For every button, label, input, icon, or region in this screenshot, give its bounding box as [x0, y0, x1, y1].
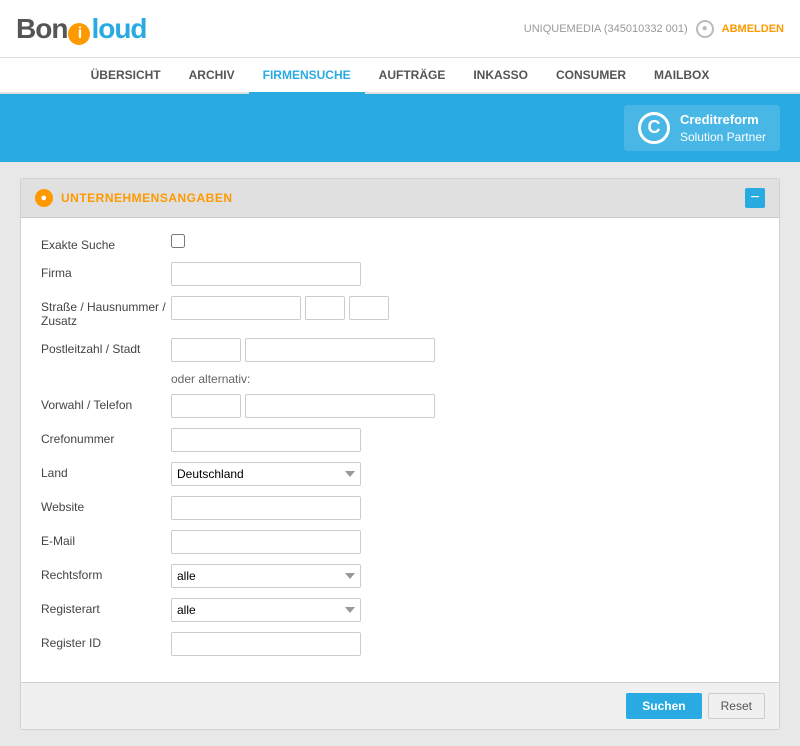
globe-icon: ● [696, 20, 714, 38]
row-exakte-suche: Exakte Suche [41, 234, 759, 252]
creditreform-line2: Solution Partner [680, 129, 766, 146]
search-button[interactable]: Suchen [626, 693, 701, 719]
label-register-id: Register ID [41, 632, 171, 650]
label-exakte-suche: Exakte Suche [41, 234, 171, 252]
fields-strasse [171, 296, 759, 320]
email-input[interactable] [171, 530, 361, 554]
row-website: Website [41, 496, 759, 520]
nav-archiv[interactable]: ARCHIV [175, 58, 249, 94]
fields-email [171, 530, 759, 554]
card-body: Exakte Suche Firma Straße / Hausnummer /… [21, 218, 779, 682]
rechtsform-select[interactable]: alle [171, 564, 361, 588]
creditreform-line1: Creditreform [680, 111, 766, 129]
main-content: ● UNTERNEHMENSANGABEN − Exakte Suche Fir… [0, 162, 800, 746]
row-land: Land Deutschland Österreich Schweiz [41, 462, 759, 486]
exakte-suche-checkbox[interactable] [171, 234, 185, 248]
fields-plz [171, 338, 759, 362]
website-input[interactable] [171, 496, 361, 520]
person-icon: ● [35, 189, 53, 207]
label-land: Land [41, 462, 171, 480]
zusatz-input[interactable] [349, 296, 389, 320]
telefon-input[interactable] [245, 394, 435, 418]
fields-exakte-suche [171, 234, 759, 248]
row-rechtsform: Rechtsform alle [41, 564, 759, 588]
logo-text: Boniloud [16, 13, 147, 45]
registerart-select[interactable]: alle [171, 598, 361, 622]
label-vorwahl: Vorwahl / Telefon [41, 394, 171, 412]
row-email: E-Mail [41, 530, 759, 554]
label-crefonummer: Crefonummer [41, 428, 171, 446]
firma-input[interactable] [171, 262, 361, 286]
header-right: UNIQUEMEDIA (345010332 001) ● ABMELDEN [524, 20, 784, 38]
label-firma: Firma [41, 262, 171, 280]
row-crefonummer: Crefonummer [41, 428, 759, 452]
user-info: UNIQUEMEDIA (345010332 001) [524, 23, 688, 35]
land-select[interactable]: Deutschland Österreich Schweiz [171, 462, 361, 486]
stadt-input[interactable] [245, 338, 435, 362]
nav-inkasso[interactable]: INKASSO [459, 58, 542, 94]
navbar: ÜBERSICHT ARCHIV FIRMENSUCHE AUFTRÄGE IN… [0, 58, 800, 94]
header: Boniloud UNIQUEMEDIA (345010332 001) ● A… [0, 0, 800, 58]
label-email: E-Mail [41, 530, 171, 548]
row-registerart: Registerart alle [41, 598, 759, 622]
nav-firmensuche[interactable]: FIRMENSUCHE [249, 58, 365, 94]
fields-land: Deutschland Österreich Schweiz [171, 462, 759, 486]
reset-button[interactable]: Reset [708, 693, 765, 719]
crefonummer-input[interactable] [171, 428, 361, 452]
row-strasse: Straße / Hausnummer /Zusatz [41, 296, 759, 328]
oder-text: oder alternativ: [171, 372, 759, 386]
vorwahl-input[interactable] [171, 394, 241, 418]
fields-crefonummer [171, 428, 759, 452]
register-id-input[interactable] [171, 632, 361, 656]
fields-firma [171, 262, 759, 286]
card-header: ● UNTERNEHMENSANGABEN − [21, 179, 779, 218]
creditreform-badge: C Creditreform Solution Partner [624, 105, 780, 152]
fields-vorwahl [171, 394, 759, 418]
card-footer: Suchen Reset [21, 682, 779, 729]
row-vorwahl: Vorwahl / Telefon [41, 394, 759, 418]
strasse-input[interactable] [171, 296, 301, 320]
fields-website [171, 496, 759, 520]
row-register-id: Register ID [41, 632, 759, 656]
label-rechtsform: Rechtsform [41, 564, 171, 582]
creditreform-logo: C [638, 112, 670, 144]
fields-register-id [171, 632, 759, 656]
nav-uebersicht[interactable]: ÜBERSICHT [77, 58, 175, 94]
banner: C Creditreform Solution Partner [0, 94, 800, 162]
row-plz: Postleitzahl / Stadt [41, 338, 759, 362]
logout-link[interactable]: ABMELDEN [722, 23, 784, 35]
label-strasse: Straße / Hausnummer /Zusatz [41, 296, 171, 328]
hausnummer-input[interactable] [305, 296, 345, 320]
section-title: UNTERNEHMENSANGABEN [61, 191, 233, 205]
plz-input[interactable] [171, 338, 241, 362]
label-website: Website [41, 496, 171, 514]
search-card: ● UNTERNEHMENSANGABEN − Exakte Suche Fir… [20, 178, 780, 730]
nav-auftraege[interactable]: AUFTRÄGE [365, 58, 460, 94]
fields-registerart: alle [171, 598, 759, 622]
label-plz: Postleitzahl / Stadt [41, 338, 171, 356]
nav-mailbox[interactable]: MAILBOX [640, 58, 723, 94]
nav-consumer[interactable]: CONSUMER [542, 58, 640, 94]
collapse-button[interactable]: − [745, 188, 765, 208]
card-header-right: − [745, 188, 765, 208]
label-registerart: Registerart [41, 598, 171, 616]
creditreform-text: Creditreform Solution Partner [680, 111, 766, 146]
row-firma: Firma [41, 262, 759, 286]
fields-rechtsform: alle [171, 564, 759, 588]
logo: Boniloud [16, 13, 147, 45]
card-header-left: ● UNTERNEHMENSANGABEN [35, 189, 233, 207]
